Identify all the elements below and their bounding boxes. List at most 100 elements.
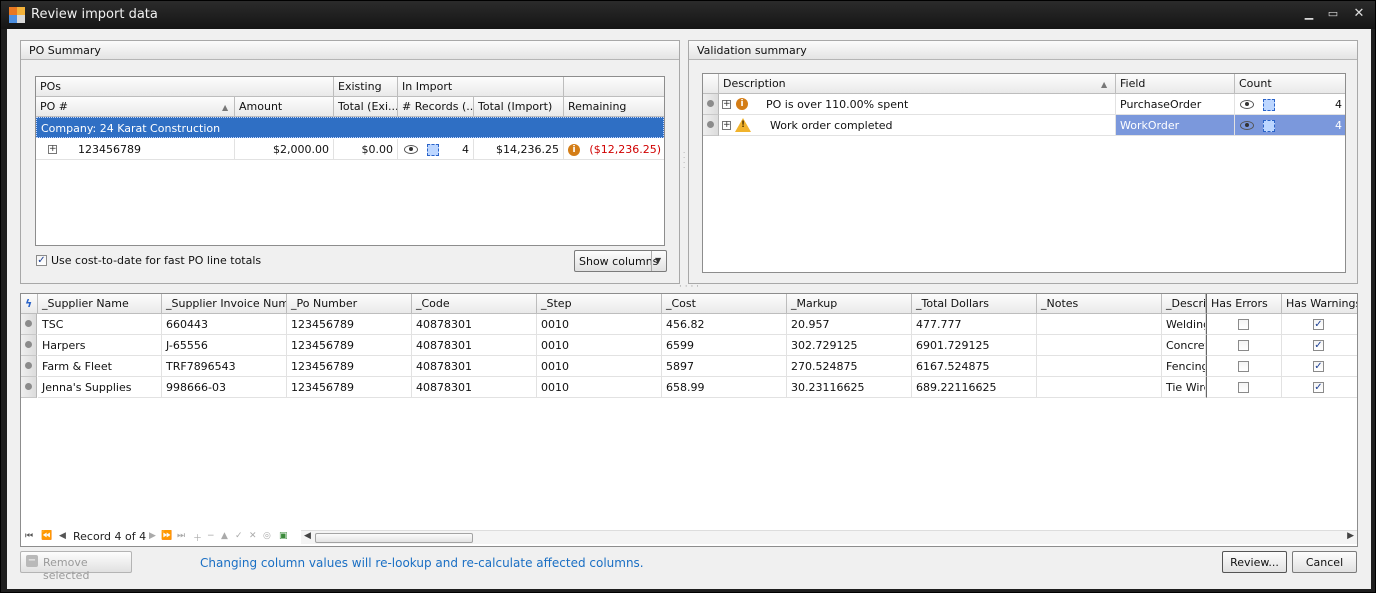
row-indicator[interactable] (21, 314, 37, 335)
cell-supplier-invoice[interactable]: 998666-03 (162, 377, 287, 398)
cell-step[interactable]: 0010 (537, 377, 662, 398)
cell-code[interactable]: 40878301 (412, 377, 537, 398)
col-field[interactable]: Field (1116, 74, 1235, 94)
cell-supplier-invoice[interactable]: J-65556 (162, 335, 287, 356)
col-description[interactable]: _Descrip (1162, 294, 1206, 314)
validation-grid[interactable]: Description ▲ Field Count PO is over 110… (702, 73, 1346, 273)
cell-has-warnings[interactable]: ✓ (1282, 335, 1357, 356)
col-total-dollars[interactable]: _Total Dollars (912, 294, 1037, 314)
cell-supplier-name[interactable]: Harpers (38, 335, 162, 356)
cell-total-dollars[interactable]: 477.777 (912, 314, 1037, 335)
cell-has-errors[interactable] (1206, 314, 1282, 335)
end-edit-icon[interactable]: ✓ (235, 531, 243, 541)
expand-icon[interactable]: + (722, 121, 731, 130)
col-notes[interactable]: _Notes (1037, 294, 1162, 314)
scroll-right-icon[interactable]: ▶ (1347, 531, 1354, 541)
col-total-existing[interactable]: Total (Exi... (334, 97, 398, 117)
cell-cost[interactable]: 658.99 (662, 377, 787, 398)
validation-field[interactable]: PurchaseOrder (1116, 94, 1235, 115)
has-errors-checkbox[interactable] (1238, 382, 1249, 393)
cost-to-date-checkbox[interactable]: ✓ (36, 255, 47, 266)
cell-step[interactable]: 0010 (537, 335, 662, 356)
cell-po-number[interactable]: 123456789 (287, 314, 412, 335)
cell-markup[interactable]: 270.524875 (787, 356, 912, 377)
cell-description[interactable]: Tie Wire (1162, 377, 1206, 398)
cell-notes[interactable] (1037, 335, 1162, 356)
expand-icon[interactable]: + (722, 100, 731, 109)
cell-notes[interactable] (1037, 356, 1162, 377)
prev-page-icon[interactable]: ⏪ (41, 531, 52, 541)
col-count[interactable]: Count (1235, 74, 1345, 94)
validation-description[interactable]: Work order completed (719, 115, 1116, 136)
cell-code[interactable]: 40878301 (412, 356, 537, 377)
next-record-icon[interactable]: ▶ (149, 531, 156, 541)
cell-total-import[interactable]: $14,236.25 (474, 139, 564, 160)
validation-description[interactable]: PO is over 110.00% spent (719, 94, 1116, 115)
cell-supplier-invoice[interactable]: 660443 (162, 314, 287, 335)
cell-total-dollars[interactable]: 6167.524875 (912, 356, 1037, 377)
col-description[interactable]: Description (719, 74, 1116, 94)
cell-notes[interactable] (1037, 314, 1162, 335)
cell-description[interactable]: Concret (1162, 335, 1206, 356)
col-records[interactable]: # Records (... (398, 97, 474, 117)
col-markup[interactable]: _Markup (787, 294, 912, 314)
select-records-icon[interactable] (1263, 120, 1275, 132)
cell-markup[interactable]: 302.729125 (787, 335, 912, 356)
row-indicator[interactable] (703, 115, 719, 136)
cell-po-number[interactable]: 123456789 (287, 356, 412, 377)
group-row-company[interactable]: Company: 24 Karat Construction (36, 117, 664, 138)
edit-record-icon[interactable]: ▲ (221, 531, 228, 541)
first-record-icon[interactable]: ⏮ (25, 531, 33, 541)
cell-has-warnings[interactable]: ✓ (1282, 356, 1357, 377)
expand-icon[interactable]: + (48, 145, 57, 154)
select-records-icon[interactable] (427, 144, 439, 156)
maximize-icon[interactable]: ▭ (1325, 7, 1341, 21)
row-indicator[interactable] (21, 356, 37, 377)
cell-code[interactable]: 40878301 (412, 314, 537, 335)
cell-has-errors[interactable] (1206, 335, 1282, 356)
has-warnings-checkbox[interactable]: ✓ (1313, 361, 1324, 372)
cell-supplier-name[interactable]: Farm & Fleet (38, 356, 162, 377)
cell-notes[interactable] (1037, 377, 1162, 398)
col-step[interactable]: _Step (537, 294, 662, 314)
cell-total-dollars[interactable]: 6901.729125 (912, 335, 1037, 356)
has-warnings-checkbox[interactable]: ✓ (1313, 319, 1324, 330)
cell-po-number[interactable]: 123456789 (36, 139, 235, 160)
delete-record-icon[interactable]: − (207, 531, 215, 541)
cell-step[interactable]: 0010 (537, 314, 662, 335)
prev-record-icon[interactable]: ◀ (59, 531, 66, 541)
horizontal-scrollbar[interactable]: ◀ ▶ (301, 530, 1357, 544)
col-po-number[interactable]: PO # (36, 97, 235, 117)
add-record-icon[interactable]: ＋ (193, 531, 202, 544)
scroll-thumb[interactable] (315, 533, 473, 543)
col-cost[interactable]: _Cost (662, 294, 787, 314)
filter-icon[interactable]: ◎ (263, 531, 271, 541)
has-warnings-checkbox[interactable]: ✓ (1313, 382, 1324, 393)
view-records-icon[interactable] (404, 145, 418, 154)
has-warnings-checkbox[interactable]: ✓ (1313, 340, 1324, 351)
close-icon[interactable]: ✕ (1351, 7, 1367, 21)
row-indicator[interactable] (703, 94, 719, 115)
lightning-icon[interactable]: ϟ (21, 294, 38, 314)
scroll-left-icon[interactable]: ◀ (304, 531, 311, 541)
col-has-errors[interactable]: Has Errors (1206, 294, 1282, 314)
col-has-warnings[interactable]: Has Warnings (1282, 294, 1357, 314)
col-total-import[interactable]: Total (Import) (474, 97, 564, 117)
col-remaining[interactable]: Remaining (564, 97, 664, 117)
cell-description[interactable]: Welding (1162, 314, 1206, 335)
cell-cost[interactable]: 456.82 (662, 314, 787, 335)
cell-supplier-invoice[interactable]: TRF7896543 (162, 356, 287, 377)
last-record-icon[interactable]: ⏭ (177, 531, 185, 541)
view-records-icon[interactable] (1240, 100, 1254, 109)
cell-code[interactable]: 40878301 (412, 335, 537, 356)
cell-total-dollars[interactable]: 689.22116625 (912, 377, 1037, 398)
records-grid[interactable]: ϟ _Supplier Name _Supplier Invoice Num..… (20, 293, 1358, 547)
row-indicator[interactable] (21, 377, 37, 398)
row-indicator[interactable] (21, 335, 37, 356)
cancel-edit-icon[interactable]: ✕ (249, 531, 257, 541)
show-columns-button[interactable]: Show columns ▼ (574, 250, 667, 272)
cell-amount[interactable]: $2,000.00 (235, 139, 334, 160)
cell-has-errors[interactable] (1206, 377, 1282, 398)
cell-has-errors[interactable] (1206, 356, 1282, 377)
view-records-icon[interactable] (1240, 121, 1254, 130)
